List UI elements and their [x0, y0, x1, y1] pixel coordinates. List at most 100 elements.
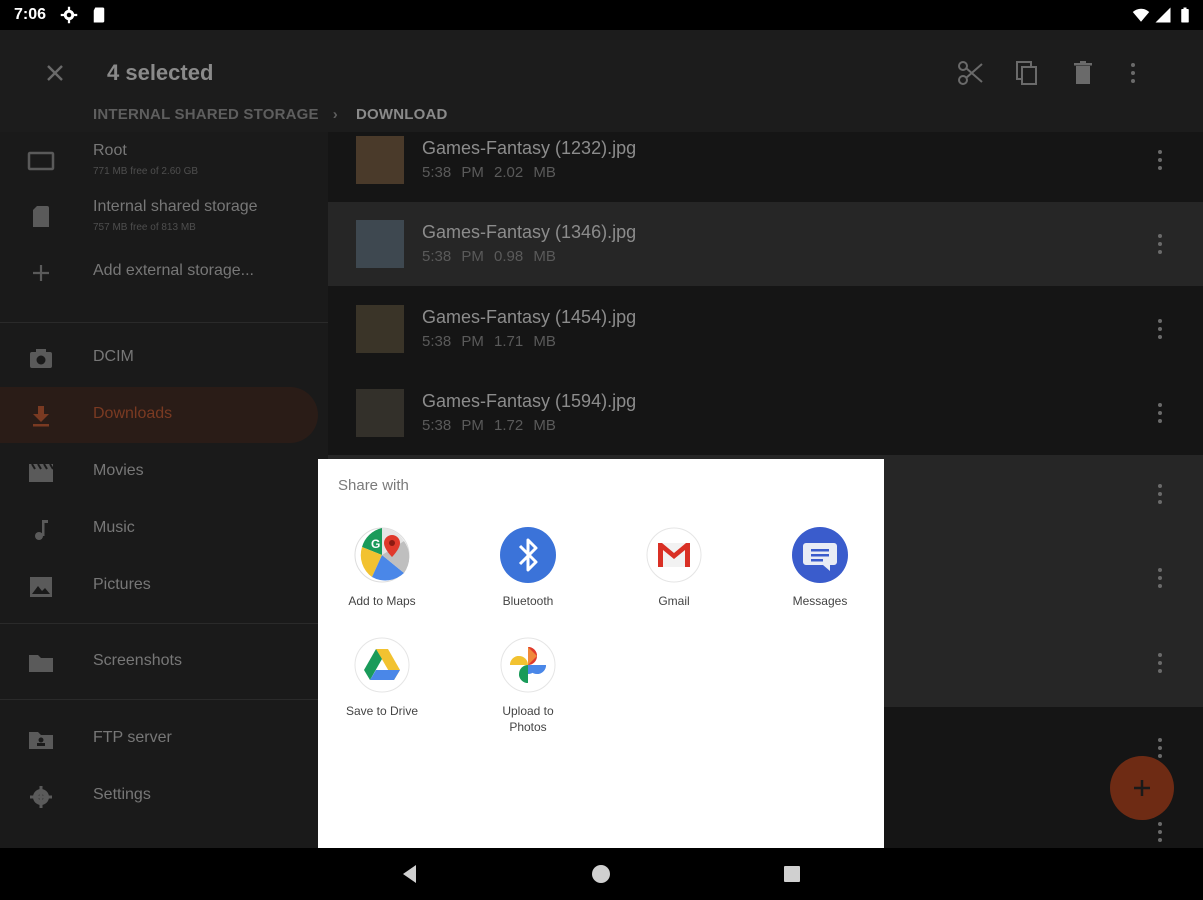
drawer-item-label: Downloads: [93, 405, 173, 422]
add-icon: [33, 265, 49, 281]
share-sheet: Share with G Add to Maps Bluetooth Gmail: [318, 459, 884, 849]
drawer-item-label: FTP server: [93, 729, 172, 746]
camera-icon: [30, 349, 52, 368]
back-icon[interactable]: [398, 862, 422, 886]
signal-icon: [1155, 7, 1171, 23]
wifi-icon: [1132, 8, 1150, 22]
file-thumbnail: [356, 305, 404, 353]
gear-icon: [30, 786, 52, 808]
more-vert-icon[interactable]: [1150, 818, 1170, 846]
drawer-item-settings[interactable]: Settings: [0, 768, 328, 824]
drawer-item-root[interactable]: Root 771 MB free of 2.60 GB: [0, 132, 328, 188]
add-icon: [1134, 780, 1150, 796]
file-name: Games-Fantasy (1454).jpg: [422, 307, 637, 327]
sd-storage-icon: [33, 206, 49, 227]
drawer-item-label: Add external storage...: [93, 262, 254, 279]
drawer-divider: [0, 699, 328, 700]
file-row[interactable]: Games-Fantasy (1346).jpg 5:38 PM 0.98 MB: [328, 202, 1203, 286]
share-sheet-title: Share with: [338, 477, 409, 494]
drawer-divider: [0, 623, 328, 624]
share-target-bluetooth[interactable]: Bluetooth: [458, 527, 598, 637]
recents-icon[interactable]: [780, 862, 804, 886]
share-target-photos[interactable]: Upload to Photos: [458, 637, 598, 747]
add-fab-button[interactable]: [1110, 756, 1174, 820]
drawer-item-dcim[interactable]: DCIM: [0, 330, 328, 386]
more-vert-icon[interactable]: [1150, 146, 1170, 174]
share-target-maps[interactable]: G Add to Maps: [312, 527, 452, 637]
selection-toolbar: 4 selected INTERNAL SHARED STORAGE › DOWNL…: [0, 30, 1203, 132]
google-maps-icon: G: [354, 527, 410, 583]
file-meta: 5:38 PM 0.98 MB: [422, 248, 556, 265]
drawer-item-screenshots[interactable]: Screenshots: [0, 634, 328, 690]
movie-icon: [29, 463, 54, 482]
share-target-label: Gmail: [658, 594, 690, 608]
more-vert-icon[interactable]: [1150, 230, 1170, 258]
svg-text:G: G: [371, 537, 380, 551]
file-meta: 5:38 PM 1.72 MB: [422, 417, 556, 434]
messages-icon: [792, 527, 848, 583]
file-thumbnail: [356, 136, 404, 184]
google-photos-icon: [500, 637, 556, 693]
share-target-label: Bluetooth: [502, 594, 554, 608]
share-target-label: Messages: [792, 594, 848, 608]
cut-icon[interactable]: [955, 58, 985, 88]
more-vert-icon[interactable]: [1150, 480, 1170, 508]
drawer-item-pictures[interactable]: Pictures: [0, 558, 328, 614]
settings-notification-icon: [60, 6, 78, 24]
share-target-gmail[interactable]: Gmail: [604, 527, 744, 637]
more-options-icon[interactable]: [1118, 58, 1148, 88]
drawer-item-label: DCIM: [93, 348, 134, 365]
home-icon[interactable]: [589, 862, 613, 886]
navigation-drawer: Root 771 MB free of 2.60 GB Internal sha…: [0, 132, 328, 848]
drawer-item-internal-storage[interactable]: Internal shared storage 757 MB free of 8…: [0, 188, 328, 244]
drawer-item-label: Internal shared storage: [93, 198, 258, 215]
more-vert-icon[interactable]: [1150, 315, 1170, 343]
drawer-item-label: Music: [93, 519, 135, 536]
drawer-item-ftp-server[interactable]: FTP server: [0, 711, 328, 767]
sd-card-icon: [93, 7, 105, 23]
drawer-item-label: Movies: [93, 462, 144, 479]
breadcrumb-root[interactable]: INTERNAL SHARED STORAGE: [93, 106, 319, 123]
drawer-item-label: Screenshots: [93, 652, 182, 669]
share-target-label: Save to Drive: [345, 704, 419, 718]
file-name: Games-Fantasy (1346).jpg: [422, 222, 637, 242]
share-target-label: Add to Maps: [348, 594, 416, 608]
file-thumbnail: [356, 220, 404, 268]
file-row[interactable]: Games-Fantasy (1594).jpg 5:38 PM 1.72 MB: [328, 371, 1203, 455]
image-icon: [30, 577, 52, 597]
drawer-item-label: Root: [93, 142, 127, 159]
drawer-item-label: Pictures: [93, 576, 151, 593]
more-vert-icon[interactable]: [1150, 399, 1170, 427]
device-icon: [27, 151, 55, 171]
share-target-label: Upload to Photos: [458, 703, 598, 735]
drawer-item-label: Settings: [93, 786, 151, 803]
drawer-item-downloads[interactable]: Downloads: [0, 387, 318, 443]
drawer-item-movies[interactable]: Movies: [0, 444, 328, 500]
file-name: Games-Fantasy (1232).jpg: [422, 138, 637, 158]
folder-icon: [29, 655, 53, 672]
music-note-icon: [35, 520, 48, 540]
storage-free-text: 771 MB free of 2.60 GB: [93, 166, 199, 177]
selection-count: 4 selected: [107, 60, 214, 85]
download-icon: [33, 406, 49, 427]
status-time: 7:06: [14, 6, 47, 23]
close-icon[interactable]: [40, 58, 70, 88]
copy-icon[interactable]: [1012, 58, 1042, 88]
more-vert-icon[interactable]: [1150, 564, 1170, 592]
battery-icon: [1181, 7, 1189, 23]
storage-free-text: 757 MB free of 813 MB: [93, 222, 196, 233]
share-target-label-line2: Photos: [509, 720, 547, 734]
more-vert-icon[interactable]: [1150, 649, 1170, 677]
file-row[interactable]: Games-Fantasy (1454).jpg 5:38 PM 1.71 MB: [328, 287, 1203, 371]
share-target-drive[interactable]: Save to Drive: [312, 637, 452, 747]
drawer-divider: [0, 322, 328, 323]
file-name: Games-Fantasy (1594).jpg: [422, 391, 637, 411]
file-meta: 5:38 PM 2.02 MB: [422, 164, 556, 181]
share-target-messages[interactable]: Messages: [750, 527, 890, 637]
drawer-item-music[interactable]: Music: [0, 501, 328, 557]
bluetooth-icon: [500, 527, 556, 583]
file-row[interactable]: Games-Fantasy (1232).jpg 5:38 PM 2.02 MB: [328, 118, 1203, 202]
delete-icon[interactable]: [1068, 58, 1098, 88]
drawer-item-add-external[interactable]: Add external storage...: [0, 244, 328, 300]
gmail-icon: [646, 527, 702, 583]
